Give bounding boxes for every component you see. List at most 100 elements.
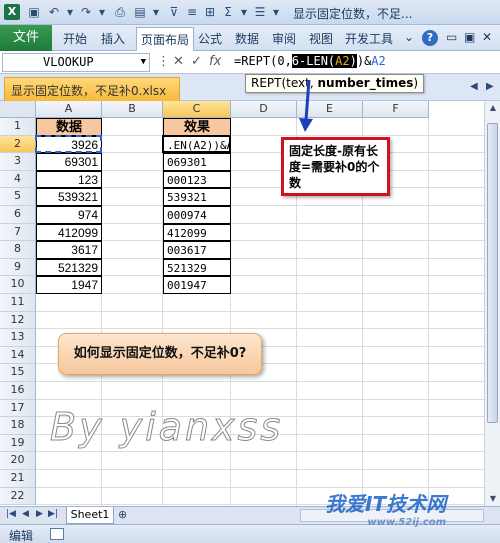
column-header-f[interactable]: F xyxy=(363,101,429,118)
sheet-tab-sheet1[interactable]: Sheet1 xyxy=(66,507,114,524)
enter-icon[interactable]: ✓ xyxy=(191,54,202,69)
tab-insert[interactable]: 插入 xyxy=(101,30,125,47)
site-watermark: 我爱IT技术网 www.52ij.com xyxy=(325,492,447,528)
vertical-scrollbar[interactable]: ▲ ▼ xyxy=(484,101,500,506)
cell-a9[interactable]: 521329 xyxy=(36,258,102,277)
minimize-icon[interactable]: ▭ xyxy=(446,30,457,44)
autosum-dropdown-icon[interactable]: ▾ xyxy=(236,4,252,20)
cell-c4[interactable]: 000123 xyxy=(163,170,231,189)
row-header-9[interactable]: 9 xyxy=(0,258,36,277)
tab-home[interactable]: 开始 xyxy=(63,30,87,47)
cell-c6[interactable]: 000974 xyxy=(163,206,231,224)
cell-a5[interactable]: 539321 xyxy=(36,188,102,206)
excel-icon[interactable]: X xyxy=(4,4,20,20)
cell-c8[interactable]: 003617 xyxy=(163,241,231,259)
scroll-down-icon[interactable]: ▼ xyxy=(486,494,500,503)
status-mode: 编辑 xyxy=(9,529,34,543)
help-icon[interactable]: ? xyxy=(422,30,438,46)
sort-icon[interactable]: ≡ xyxy=(184,4,200,20)
format-icon[interactable]: ▤ xyxy=(132,4,148,20)
insert-sheet-icon[interactable]: ⊕ xyxy=(118,508,127,521)
borders-icon[interactable]: ⊞ xyxy=(202,4,218,20)
cell-a10[interactable]: 1947 xyxy=(36,276,102,294)
row-header-17[interactable]: 17 xyxy=(0,399,36,418)
row-header-13[interactable]: 13 xyxy=(0,329,36,347)
row-header-20[interactable]: 20 xyxy=(0,452,36,470)
format-dropdown-icon[interactable]: ▾ xyxy=(148,4,164,20)
row-header-6[interactable]: 6 xyxy=(0,206,36,224)
gridline-horizontal xyxy=(36,134,484,136)
tab-file[interactable]: 文件 xyxy=(0,25,52,51)
save-icon[interactable]: ▣ xyxy=(26,4,42,20)
macro-record-icon[interactable] xyxy=(50,528,64,540)
tab-view[interactable]: 视图 xyxy=(309,30,333,47)
workbook-prev-icon[interactable]: ◀ xyxy=(470,81,478,92)
row-header-11[interactable]: 11 xyxy=(0,294,36,312)
name-box-dropdown-icon[interactable]: ▼ xyxy=(141,54,146,71)
row-header-2[interactable]: 2 xyxy=(0,135,36,154)
column-header-a[interactable]: A xyxy=(36,101,102,118)
restore-icon[interactable]: ▣ xyxy=(464,30,475,44)
column-header-b[interactable]: B xyxy=(102,101,163,118)
row-header-16[interactable]: 16 xyxy=(0,382,36,400)
last-sheet-icon[interactable]: ▶| xyxy=(48,509,58,519)
cell-c9[interactable]: 521329 xyxy=(163,258,231,277)
cell-a3[interactable]: 69301 xyxy=(36,153,102,171)
insert-function-icon[interactable]: fx xyxy=(209,54,221,69)
cell-a7[interactable]: 412099 xyxy=(36,223,102,242)
row-header-10[interactable]: 10 xyxy=(0,276,36,294)
cell-a1-header[interactable]: 数据 xyxy=(36,118,102,136)
cell-c5[interactable]: 539321 xyxy=(163,188,231,206)
tab-data[interactable]: 数据 xyxy=(235,30,259,47)
cell-c10[interactable]: 001947 xyxy=(163,276,231,294)
qat-more-icon[interactable]: ▾ xyxy=(268,4,284,20)
autosum-icon[interactable]: Σ xyxy=(220,4,236,20)
next-sheet-icon[interactable]: ▶ xyxy=(36,509,43,519)
row-header-3[interactable]: 3 xyxy=(0,153,36,171)
redo-icon[interactable]: ↷ xyxy=(78,4,94,20)
cell-a6[interactable]: 974 xyxy=(36,206,102,224)
row-header-5[interactable]: 5 xyxy=(0,188,36,206)
row-header-22[interactable]: 22 xyxy=(0,487,36,506)
print-preview-icon[interactable]: ⎙ xyxy=(112,4,128,20)
row-header-4[interactable]: 4 xyxy=(0,170,36,189)
filter-icon[interactable]: ⊽ xyxy=(166,4,182,20)
tab-page-layout[interactable]: 页面布局 xyxy=(136,27,195,51)
cell-a4[interactable]: 123 xyxy=(36,170,102,189)
scroll-thumb[interactable] xyxy=(487,123,498,423)
row-header-8[interactable]: 8 xyxy=(0,241,36,259)
tab-review[interactable]: 审阅 xyxy=(272,30,296,47)
cancel-icon[interactable]: ✕ xyxy=(173,54,184,69)
workbook-next-icon[interactable]: ▶ xyxy=(486,81,494,92)
cell-c3[interactable]: 069301 xyxy=(163,153,231,171)
tab-developer[interactable]: 开发工具 xyxy=(345,30,393,47)
workbook-tab[interactable]: 显示固定位数，不足补0.xlsx xyxy=(4,77,180,101)
cell-c7[interactable]: 412099 xyxy=(163,223,231,242)
row-header-15[interactable]: 15 xyxy=(0,364,36,382)
cell-a8[interactable]: 3617 xyxy=(36,241,102,259)
first-sheet-icon[interactable]: |◀ xyxy=(6,509,16,519)
row-header-7[interactable]: 7 xyxy=(0,223,36,242)
cell-c1-header[interactable]: 效果 xyxy=(163,118,231,136)
column-header-c[interactable]: C xyxy=(163,101,231,118)
row-header-18[interactable]: 18 xyxy=(0,417,36,435)
customize-qat-icon[interactable]: ☰ xyxy=(252,4,268,20)
select-all-corner[interactable] xyxy=(0,101,36,118)
formula-bar-options-icon[interactable]: ⋮ xyxy=(157,54,170,69)
column-header-d[interactable]: D xyxy=(231,101,297,118)
row-header-14[interactable]: 14 xyxy=(0,346,36,365)
undo-dropdown-icon[interactable]: ▾ xyxy=(62,4,78,20)
row-header-19[interactable]: 19 xyxy=(0,434,36,453)
formula-input[interactable]: =REPT(0,6-LEN(A2))&A2 xyxy=(234,54,386,68)
ribbon-collapse-icon[interactable]: ⌄ xyxy=(404,30,414,44)
prev-sheet-icon[interactable]: ◀ xyxy=(22,509,29,519)
row-header-12[interactable]: 12 xyxy=(0,311,36,330)
redo-dropdown-icon[interactable]: ▾ xyxy=(94,4,110,20)
undo-icon[interactable]: ↶ xyxy=(46,4,62,20)
close-icon[interactable]: ✕ xyxy=(482,30,492,44)
scroll-up-icon[interactable]: ▲ xyxy=(486,103,500,112)
row-header-1[interactable]: 1 xyxy=(0,118,36,136)
row-header-21[interactable]: 21 xyxy=(0,470,36,488)
tab-formulas[interactable]: 公式 xyxy=(198,30,222,47)
name-box[interactable]: VLOOKUP ▼ xyxy=(2,53,150,72)
